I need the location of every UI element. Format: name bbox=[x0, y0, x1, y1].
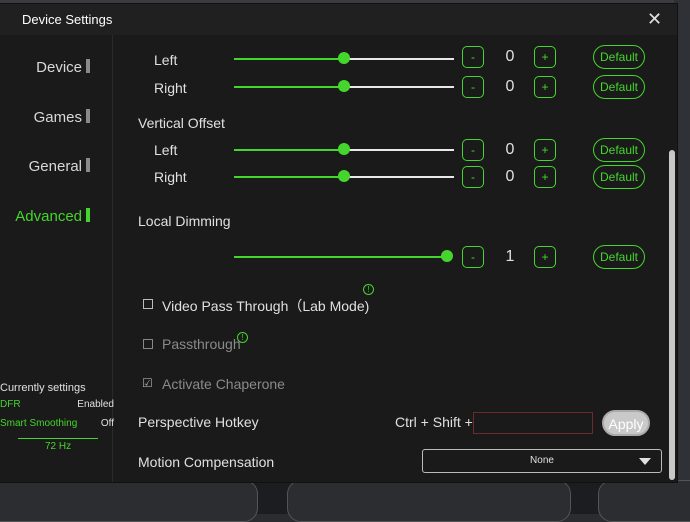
vertical-offset-title: Vertical Offset bbox=[138, 115, 225, 131]
slider-fill bbox=[234, 256, 447, 258]
close-icon[interactable]: ✕ bbox=[647, 9, 662, 30]
background-card bbox=[287, 480, 571, 522]
v-right-label: Right bbox=[154, 169, 187, 185]
nav-indicator bbox=[86, 59, 90, 73]
slider-fill bbox=[234, 176, 344, 178]
device-settings-window: Device Settings ✕ Device Games General A… bbox=[0, 4, 677, 482]
slider-knob[interactable] bbox=[338, 80, 350, 92]
h-left-default-button[interactable]: Default bbox=[593, 45, 645, 69]
slider-fill bbox=[234, 149, 344, 151]
slider-knob[interactable] bbox=[338, 143, 350, 155]
info-icon[interactable]: ! bbox=[237, 332, 248, 343]
current-setting-row: DFR Enabled bbox=[0, 396, 118, 415]
sidebar-item-general[interactable]: General bbox=[29, 158, 90, 175]
v-right-plus-button[interactable]: + bbox=[534, 166, 556, 188]
slider-knob[interactable] bbox=[338, 170, 350, 182]
title-bar: Device Settings ✕ bbox=[0, 4, 677, 35]
slider-fill bbox=[234, 86, 344, 88]
video-pass-through-label: Video Pass Through（Lab Mode) bbox=[162, 298, 370, 314]
h-right-value: 0 bbox=[505, 78, 515, 95]
hotkey-input[interactable] bbox=[473, 412, 593, 434]
apply-button[interactable]: Apply bbox=[602, 410, 650, 436]
activate-chaperone-label: Activate Chaperone bbox=[162, 376, 285, 392]
sidebar-item-advanced[interactable]: Advanced bbox=[15, 208, 90, 225]
h-right-minus-button[interactable]: - bbox=[462, 76, 484, 98]
v-left-value: 0 bbox=[505, 141, 515, 158]
v-left-slider[interactable] bbox=[234, 143, 454, 155]
hotkey-prefix: Ctrl + Shift + bbox=[395, 414, 473, 430]
v-right-value: 0 bbox=[505, 168, 515, 185]
sidebar-item-device[interactable]: Device bbox=[36, 59, 90, 76]
slider-knob[interactable] bbox=[338, 52, 350, 64]
setting-key: Smart Smoothing bbox=[0, 418, 78, 429]
setting-key: DFR bbox=[0, 399, 21, 410]
h-right-slider[interactable] bbox=[234, 80, 454, 92]
h-left-plus-button[interactable]: + bbox=[534, 46, 556, 68]
local-dimming-plus-button[interactable]: + bbox=[534, 246, 556, 268]
background-card bbox=[0, 480, 258, 522]
setting-value: Enabled bbox=[77, 399, 114, 410]
perspective-hotkey-label: Perspective Hotkey bbox=[138, 414, 259, 430]
passthrough-label: Passthrough bbox=[162, 336, 241, 352]
local-dimming-title: Local Dimming bbox=[138, 213, 231, 229]
scrollbar[interactable] bbox=[669, 150, 675, 480]
h-left-value: 0 bbox=[505, 48, 515, 65]
select-value: None bbox=[530, 455, 554, 466]
video-pass-through-checkbox[interactable] bbox=[143, 299, 153, 309]
current-settings-title: Currently settings bbox=[0, 382, 86, 394]
nav-indicator bbox=[86, 158, 90, 172]
v-left-label: Left bbox=[154, 142, 178, 158]
h-left-minus-button[interactable]: - bbox=[462, 46, 484, 68]
v-left-default-button[interactable]: Default bbox=[593, 138, 645, 162]
refresh-rate: 72 Hz bbox=[45, 441, 72, 452]
v-right-minus-button[interactable]: - bbox=[462, 166, 484, 188]
v-right-slider[interactable] bbox=[234, 170, 454, 182]
h-right-plus-button[interactable]: + bbox=[534, 76, 556, 98]
chevron-down-icon bbox=[639, 458, 651, 465]
motion-compensation-label: Motion Compensation bbox=[138, 454, 275, 470]
motion-compensation-select[interactable]: None bbox=[422, 449, 662, 473]
local-dimming-slider[interactable] bbox=[234, 250, 453, 262]
h-right-default-button[interactable]: Default bbox=[593, 75, 645, 99]
current-settings-divider bbox=[18, 438, 98, 439]
sidebar-item-label: Advanced bbox=[15, 208, 82, 225]
nav-indicator bbox=[86, 208, 90, 222]
local-dimming-minus-button[interactable]: - bbox=[462, 246, 484, 268]
current-setting-row: Smart Smoothing Off bbox=[0, 415, 118, 434]
slider-knob[interactable] bbox=[441, 250, 453, 262]
activate-chaperone-checkbox[interactable]: ☑ bbox=[142, 376, 153, 390]
local-dimming-value: 1 bbox=[505, 248, 515, 265]
h-right-label: Right bbox=[154, 80, 187, 96]
sidebar-item-label: General bbox=[28, 158, 82, 175]
info-icon[interactable]: ! bbox=[363, 284, 374, 295]
v-right-default-button[interactable]: Default bbox=[593, 165, 645, 189]
h-left-label: Left bbox=[154, 52, 178, 68]
v-left-plus-button[interactable]: + bbox=[534, 139, 556, 161]
background-card bbox=[598, 480, 690, 522]
sidebar-item-games[interactable]: Games bbox=[34, 109, 90, 126]
sidebar-item-label: Device bbox=[36, 59, 82, 76]
slider-fill bbox=[234, 58, 344, 60]
h-left-slider[interactable] bbox=[234, 52, 454, 64]
nav-indicator bbox=[86, 109, 90, 123]
window-title: Device Settings bbox=[22, 12, 113, 27]
sidebar-item-label: Games bbox=[33, 109, 82, 126]
setting-value: Off bbox=[100, 418, 114, 429]
current-settings-panel: Currently settings DFR Enabled Smart Smo… bbox=[0, 382, 118, 434]
settings-content: Left - 0 + Default Right - 0 + Default V… bbox=[113, 35, 664, 482]
v-left-minus-button[interactable]: - bbox=[462, 139, 484, 161]
local-dimming-default-button[interactable]: Default bbox=[593, 245, 645, 269]
passthrough-checkbox[interactable] bbox=[143, 339, 153, 349]
